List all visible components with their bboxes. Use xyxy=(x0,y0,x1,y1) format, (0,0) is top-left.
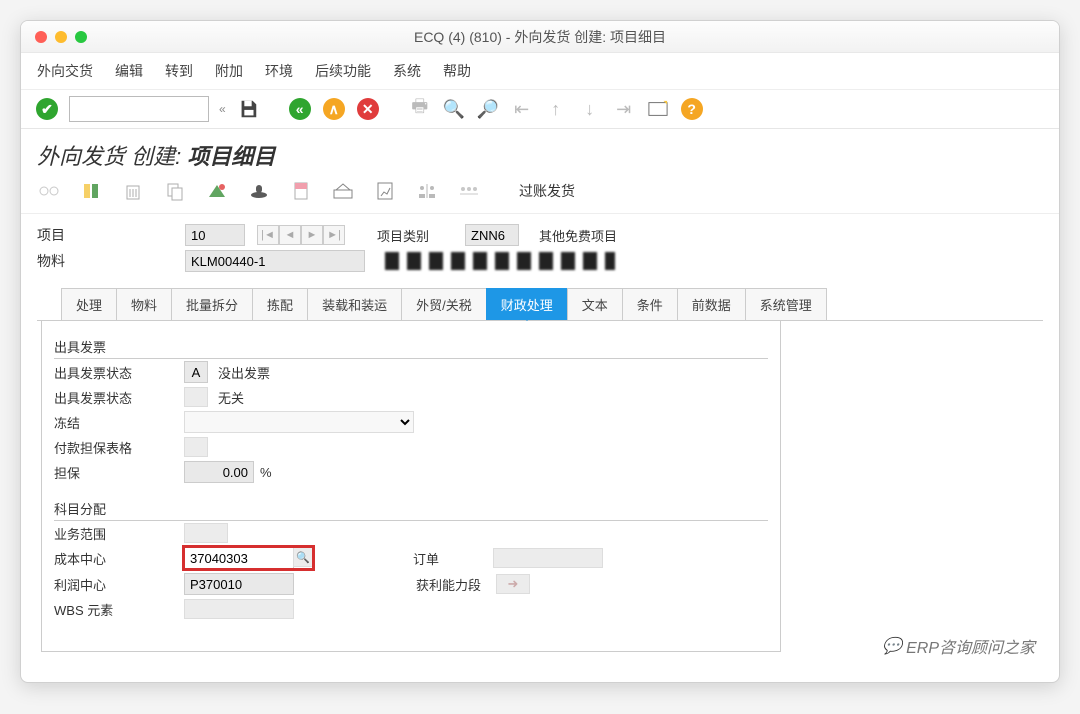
window-title: ECQ (4) (810) - 外向发货 创建: 项目细目 xyxy=(21,27,1059,47)
prev-item-button[interactable]: ◄ xyxy=(279,225,301,245)
material-text-redacted xyxy=(385,252,615,270)
exit-button[interactable]: ∧ xyxy=(322,97,346,121)
display-change-icon[interactable] xyxy=(37,179,61,203)
menu-subseq[interactable]: 后续功能 xyxy=(315,61,371,81)
billing-status-1-text: 没出发票 xyxy=(218,363,270,382)
last-page-icon: ⇥ xyxy=(612,97,636,121)
wechat-icon: 💬 xyxy=(882,636,902,656)
menu-edit[interactable]: 编辑 xyxy=(115,61,143,81)
billing-status-2-code[interactable] xyxy=(184,387,208,407)
billing-block-label: 冻结 xyxy=(54,413,184,432)
menu-env[interactable]: 环境 xyxy=(265,61,293,81)
tab-predecessor[interactable]: 前数据 xyxy=(677,288,746,320)
incompletion-icon[interactable] xyxy=(289,179,313,203)
next-item-button[interactable]: ► xyxy=(301,225,323,245)
find-next-icon: 🔎 xyxy=(476,97,500,121)
tab-batch-split[interactable]: 批量拆分 xyxy=(171,288,253,320)
window-titlebar: ECQ (4) (810) - 外向发货 创建: 项目细目 xyxy=(21,21,1059,53)
split-icon[interactable] xyxy=(415,179,439,203)
packing-icon[interactable] xyxy=(331,179,355,203)
tab-conditions[interactable]: 条件 xyxy=(622,288,678,320)
item-field[interactable] xyxy=(185,224,245,246)
item-category-text: 其他免费项目 xyxy=(539,226,617,245)
tab-texts[interactable]: 文本 xyxy=(567,288,623,320)
tab-material[interactable]: 物料 xyxy=(116,288,172,320)
back-button[interactable]: « xyxy=(288,97,312,121)
billing-status-2-text: 无关 xyxy=(218,388,244,407)
business-area-field[interactable] xyxy=(184,523,228,543)
menu-outbound-delivery[interactable]: 外向交货 xyxy=(37,61,93,81)
billing-status-2-label: 出具发票状态 xyxy=(54,388,184,407)
financial-processing-panel: 出具发票 出具发票状态 没出发票 出具发票状态 无关 冻结 付款担保表格 xyxy=(41,321,781,652)
wbs-element-field[interactable] xyxy=(184,599,294,619)
tab-foreign-trade[interactable]: 外贸/关税 xyxy=(401,288,487,320)
command-history-button[interactable]: « xyxy=(219,102,226,116)
item-category-field[interactable] xyxy=(465,224,519,246)
item-category-label: 项目类别 xyxy=(377,226,457,245)
billing-section-title: 出具发票 xyxy=(54,337,768,356)
cost-center-valuehelp-icon[interactable]: 🔍 xyxy=(293,547,313,567)
item-tabstrip: 处理 物料 批量拆分 拣配 装载和装运 外贸/关税 财政处理 文本 条件 前数据… xyxy=(37,288,1043,321)
tab-picking[interactable]: 拣配 xyxy=(252,288,308,320)
command-field[interactable] xyxy=(69,96,209,122)
watermark: 💬 ERP咨询顾问之家 xyxy=(882,634,1035,658)
menubar: 外向交货 编辑 转到 附加 环境 后续功能 系统 帮助 xyxy=(21,53,1059,90)
order-field[interactable] xyxy=(493,548,603,568)
last-item-button[interactable]: ►| xyxy=(323,225,345,245)
account-assignment-section-title: 科目分配 xyxy=(54,499,768,518)
prev-page-icon: ↑ xyxy=(544,97,568,121)
tab-loading[interactable]: 装载和装运 xyxy=(307,288,402,320)
menu-help[interactable]: 帮助 xyxy=(443,61,471,81)
header-details-icon[interactable] xyxy=(247,179,271,203)
page-title: 外向发货 创建: 项目细目 xyxy=(21,129,1059,175)
standard-toolbar: ✔ « « ∧ ✕ 🖶 🔍 🔎 ⇤ ↑ ↓ ⇥ ? xyxy=(21,90,1059,129)
billing-status-1-label: 出具发票状态 xyxy=(54,363,184,382)
find-icon: 🔍 xyxy=(442,97,466,121)
payment-guarantee-form-label: 付款担保表格 xyxy=(54,438,184,457)
services-icon[interactable] xyxy=(457,179,481,203)
next-page-icon: ↓ xyxy=(578,97,602,121)
billing-status-1-code[interactable] xyxy=(184,361,208,383)
cost-center-highlight: 🔍 xyxy=(184,547,313,569)
first-item-button[interactable]: |◄ xyxy=(257,225,279,245)
tab-processing[interactable]: 处理 xyxy=(61,288,117,320)
profitability-segment-button[interactable]: ➜ xyxy=(496,574,530,594)
tab-financial-processing[interactable]: 财政处理 xyxy=(486,288,568,320)
save-button[interactable] xyxy=(236,97,260,121)
payment-guarantee-form-field[interactable] xyxy=(184,437,208,457)
profit-center-label: 利润中心 xyxy=(54,575,184,594)
cancel-button[interactable]: ✕ xyxy=(356,97,380,121)
billing-block-select[interactable] xyxy=(184,411,414,433)
business-area-label: 业务范围 xyxy=(54,524,184,543)
post-goods-button[interactable]: 过账发货 xyxy=(519,181,575,201)
help-button[interactable]: ? xyxy=(680,97,704,121)
copy-icon[interactable] xyxy=(163,179,187,203)
cost-center-label: 成本中心 xyxy=(54,549,184,568)
first-page-icon: ⇤ xyxy=(510,97,534,121)
application-toolbar: 过账发货 xyxy=(21,175,1059,214)
menu-extras[interactable]: 附加 xyxy=(215,61,243,81)
print-icon: 🖶 xyxy=(408,97,432,121)
profit-center-field[interactable] xyxy=(184,573,294,595)
order-label: 订单 xyxy=(413,549,493,568)
enter-button[interactable]: ✔ xyxy=(35,97,59,121)
cost-center-field[interactable] xyxy=(184,547,294,569)
post-goods-issue-icon[interactable] xyxy=(373,179,397,203)
wbs-element-label: WBS 元素 xyxy=(54,600,184,619)
menu-goto[interactable]: 转到 xyxy=(165,61,193,81)
profitability-segment-label: 获利能力段 xyxy=(416,575,496,594)
tab-administration[interactable]: 系统管理 xyxy=(745,288,827,320)
new-session-button[interactable] xyxy=(646,97,670,121)
document-header-icon[interactable] xyxy=(79,179,103,203)
material-field[interactable] xyxy=(185,250,365,272)
guarantee-field[interactable] xyxy=(184,461,254,483)
overview-icon[interactable] xyxy=(205,179,229,203)
guarantee-label: 担保 xyxy=(54,463,184,482)
delete-icon[interactable] xyxy=(121,179,145,203)
menu-system[interactable]: 系统 xyxy=(393,61,421,81)
item-label: 项目 xyxy=(37,225,177,245)
material-label: 物料 xyxy=(37,251,177,271)
guarantee-unit: % xyxy=(260,465,272,480)
